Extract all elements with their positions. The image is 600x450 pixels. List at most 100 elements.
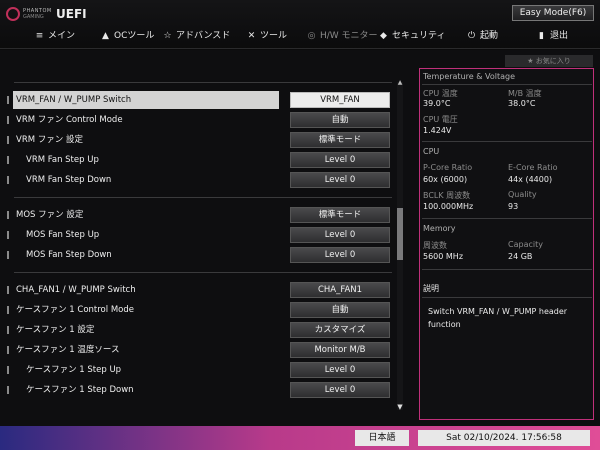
tab-label: OCツール: [114, 31, 155, 41]
main-nav: ≡ メイン ▲ OCツール ☆ アドバンスド ✕ ツール ◎ H/W モニター ◆ セキュリ…: [0, 26, 600, 46]
setting-label: VRM ファン 設定: [16, 135, 83, 145]
row-bullet: [7, 176, 9, 184]
setting-row-case-fan-setting[interactable]: ケースファン 1 設定 カスタマイズ: [0, 321, 392, 339]
row-bullet: [7, 211, 9, 219]
setting-row-vrm-control-mode[interactable]: VRM ファン Control Mode 自動: [0, 111, 392, 129]
tab-boot[interactable]: ⏻ 起動: [466, 28, 498, 44]
easy-mode-button[interactable]: Easy Mode(F6): [512, 5, 594, 21]
mem-freq-label: 周波数: [423, 241, 447, 250]
cpu-volt-value: 1.424V: [423, 126, 452, 135]
pcore-ratio-value: 60x (6000): [423, 175, 468, 184]
menu-icon: ≡: [35, 31, 44, 41]
uefi-label: UEFI: [56, 7, 87, 21]
tab-main[interactable]: ≡ メイン: [34, 28, 75, 44]
tab-hw-monitor[interactable]: ◎ H/W モニター: [306, 28, 378, 44]
memory-section-title: Memory: [423, 224, 456, 233]
setting-value-button[interactable]: Level 0: [290, 382, 390, 398]
setting-row-case-fan-step-up[interactable]: ケースファン 1 Step Up Level 0: [0, 361, 392, 379]
setting-label: VRM Fan Step Up: [26, 155, 99, 165]
favorites-button[interactable]: ★ お気に入り: [505, 55, 593, 67]
setting-value-button[interactable]: 標準モード: [290, 207, 390, 223]
setting-row-mos-step-down[interactable]: MOS Fan Step Down Level 0: [0, 246, 392, 264]
cpu-temp-label: CPU 温度: [423, 89, 458, 98]
setting-row-mos-setting[interactable]: MOS ファン 設定 標準モード: [0, 206, 392, 224]
section-divider: [14, 82, 392, 83]
brand-line2: GAMING: [23, 14, 44, 20]
setting-row-case-fan-temp-source[interactable]: ケースファン 1 温度ソース Monitor M/B: [0, 341, 392, 359]
setting-value-button[interactable]: Level 0: [290, 227, 390, 243]
setting-row-mos-step-up[interactable]: MOS Fan Step Up Level 0: [0, 226, 392, 244]
setting-value-button[interactable]: Level 0: [290, 172, 390, 188]
mb-temp-value: 38.0°C: [508, 99, 536, 108]
tab-exit[interactable]: ▮ 退出: [536, 28, 568, 44]
tab-label: 退出: [550, 31, 569, 41]
setting-value-button[interactable]: 標準モード: [290, 132, 390, 148]
cpu-volt-label: CPU 電圧: [423, 115, 458, 124]
setting-row-vrm-step-down[interactable]: VRM Fan Step Down Level 0: [0, 171, 392, 189]
row-bullet: [7, 346, 9, 354]
setting-label: MOS Fan Step Down: [26, 250, 112, 260]
setting-label: VRM_FAN / W_PUMP Switch: [16, 95, 132, 105]
setting-row-vrm-step-up[interactable]: VRM Fan Step Up Level 0: [0, 151, 392, 169]
scroll-down-arrow-icon[interactable]: ▼: [396, 403, 404, 411]
power-icon: ⏻: [467, 31, 476, 41]
tab-security[interactable]: ◆ セキュリティ: [378, 28, 445, 44]
tab-label: 起動: [480, 31, 499, 41]
setting-row-vrm-switch[interactable]: VRM_FAN / W_PUMP Switch VRM_FAN: [0, 91, 392, 109]
info-divider: [422, 269, 592, 270]
setting-label: VRM ファン Control Mode: [16, 115, 123, 125]
datetime-display[interactable]: Sat 02/10/2024. 17:56:58: [418, 430, 590, 446]
row-bullet: [7, 96, 9, 104]
setting-label: ケースファン 1 Step Up: [26, 365, 122, 375]
setting-row-cha-switch[interactable]: CHA_FAN1 / W_PUMP Switch CHA_FAN1: [0, 281, 392, 299]
setting-row-case-fan-step-down[interactable]: ケースファン 1 Step Down Level 0: [0, 381, 392, 399]
info-divider: [422, 141, 592, 142]
monitor-gauge-icon: ◎: [307, 31, 316, 41]
setting-label: ケースファン 1 温度ソース: [16, 345, 120, 355]
setting-value-button[interactable]: カスタマイズ: [290, 322, 390, 338]
brand-logo: PHANTOM GAMING UEFI: [6, 7, 87, 23]
section-divider: [14, 197, 392, 198]
setting-value-button[interactable]: Level 0: [290, 247, 390, 263]
setting-value-button[interactable]: Monitor M/B: [290, 342, 390, 358]
tab-advanced[interactable]: ☆ アドバンスド: [162, 28, 230, 44]
setting-value-button[interactable]: Level 0: [290, 362, 390, 378]
setting-row-case-fan-control-mode[interactable]: ケースファン 1 Control Mode 自動: [0, 301, 392, 319]
description-line2: function: [428, 320, 461, 329]
setting-value-button[interactable]: 自動: [290, 302, 390, 318]
row-bullet: [7, 156, 9, 164]
nav-divider: [0, 48, 600, 49]
row-bullet: [7, 326, 9, 334]
row-bullet: [7, 306, 9, 314]
scrollbar-thumb[interactable]: [397, 208, 403, 260]
tab-tools[interactable]: ✕ ツール: [246, 28, 287, 44]
pcore-ratio-label: P-Core Ratio: [423, 163, 473, 172]
row-bullet: [7, 116, 9, 124]
scroll-up-arrow-icon[interactable]: ▲: [396, 80, 404, 86]
info-divider: [422, 297, 592, 298]
row-bullet: [7, 136, 9, 144]
tools-icon: ✕: [247, 31, 256, 41]
ecore-ratio-label: E-Core Ratio: [508, 163, 558, 172]
row-bullet: [7, 366, 9, 374]
setting-label: ケースファン 1 Step Down: [26, 385, 134, 395]
mem-capacity-value: 24 GB: [508, 252, 533, 261]
setting-label: VRM Fan Step Down: [26, 175, 112, 185]
setting-label: MOS ファン 設定: [16, 210, 84, 220]
tab-label: H/W モニター: [320, 31, 378, 41]
exit-icon: ▮: [539, 31, 544, 41]
bclk-label: BCLK 周波数: [423, 191, 471, 200]
setting-value-button[interactable]: CHA_FAN1: [290, 282, 390, 298]
setting-value-button[interactable]: Level 0: [290, 152, 390, 168]
mb-temp-label: M/B 温度: [508, 89, 542, 98]
star-icon: ☆: [163, 31, 172, 41]
row-bullet: [7, 286, 9, 294]
tab-oc-tools[interactable]: ▲ OCツール: [100, 28, 154, 44]
language-button[interactable]: 日本語: [355, 430, 409, 446]
setting-value-button[interactable]: VRM_FAN: [290, 92, 390, 108]
setting-row-vrm-setting[interactable]: VRM ファン 設定 標準モード: [0, 131, 392, 149]
row-bullet: [7, 251, 9, 259]
description-title: 説明: [423, 284, 439, 293]
cpu-section-title: CPU: [423, 147, 440, 156]
setting-value-button[interactable]: 自動: [290, 112, 390, 128]
